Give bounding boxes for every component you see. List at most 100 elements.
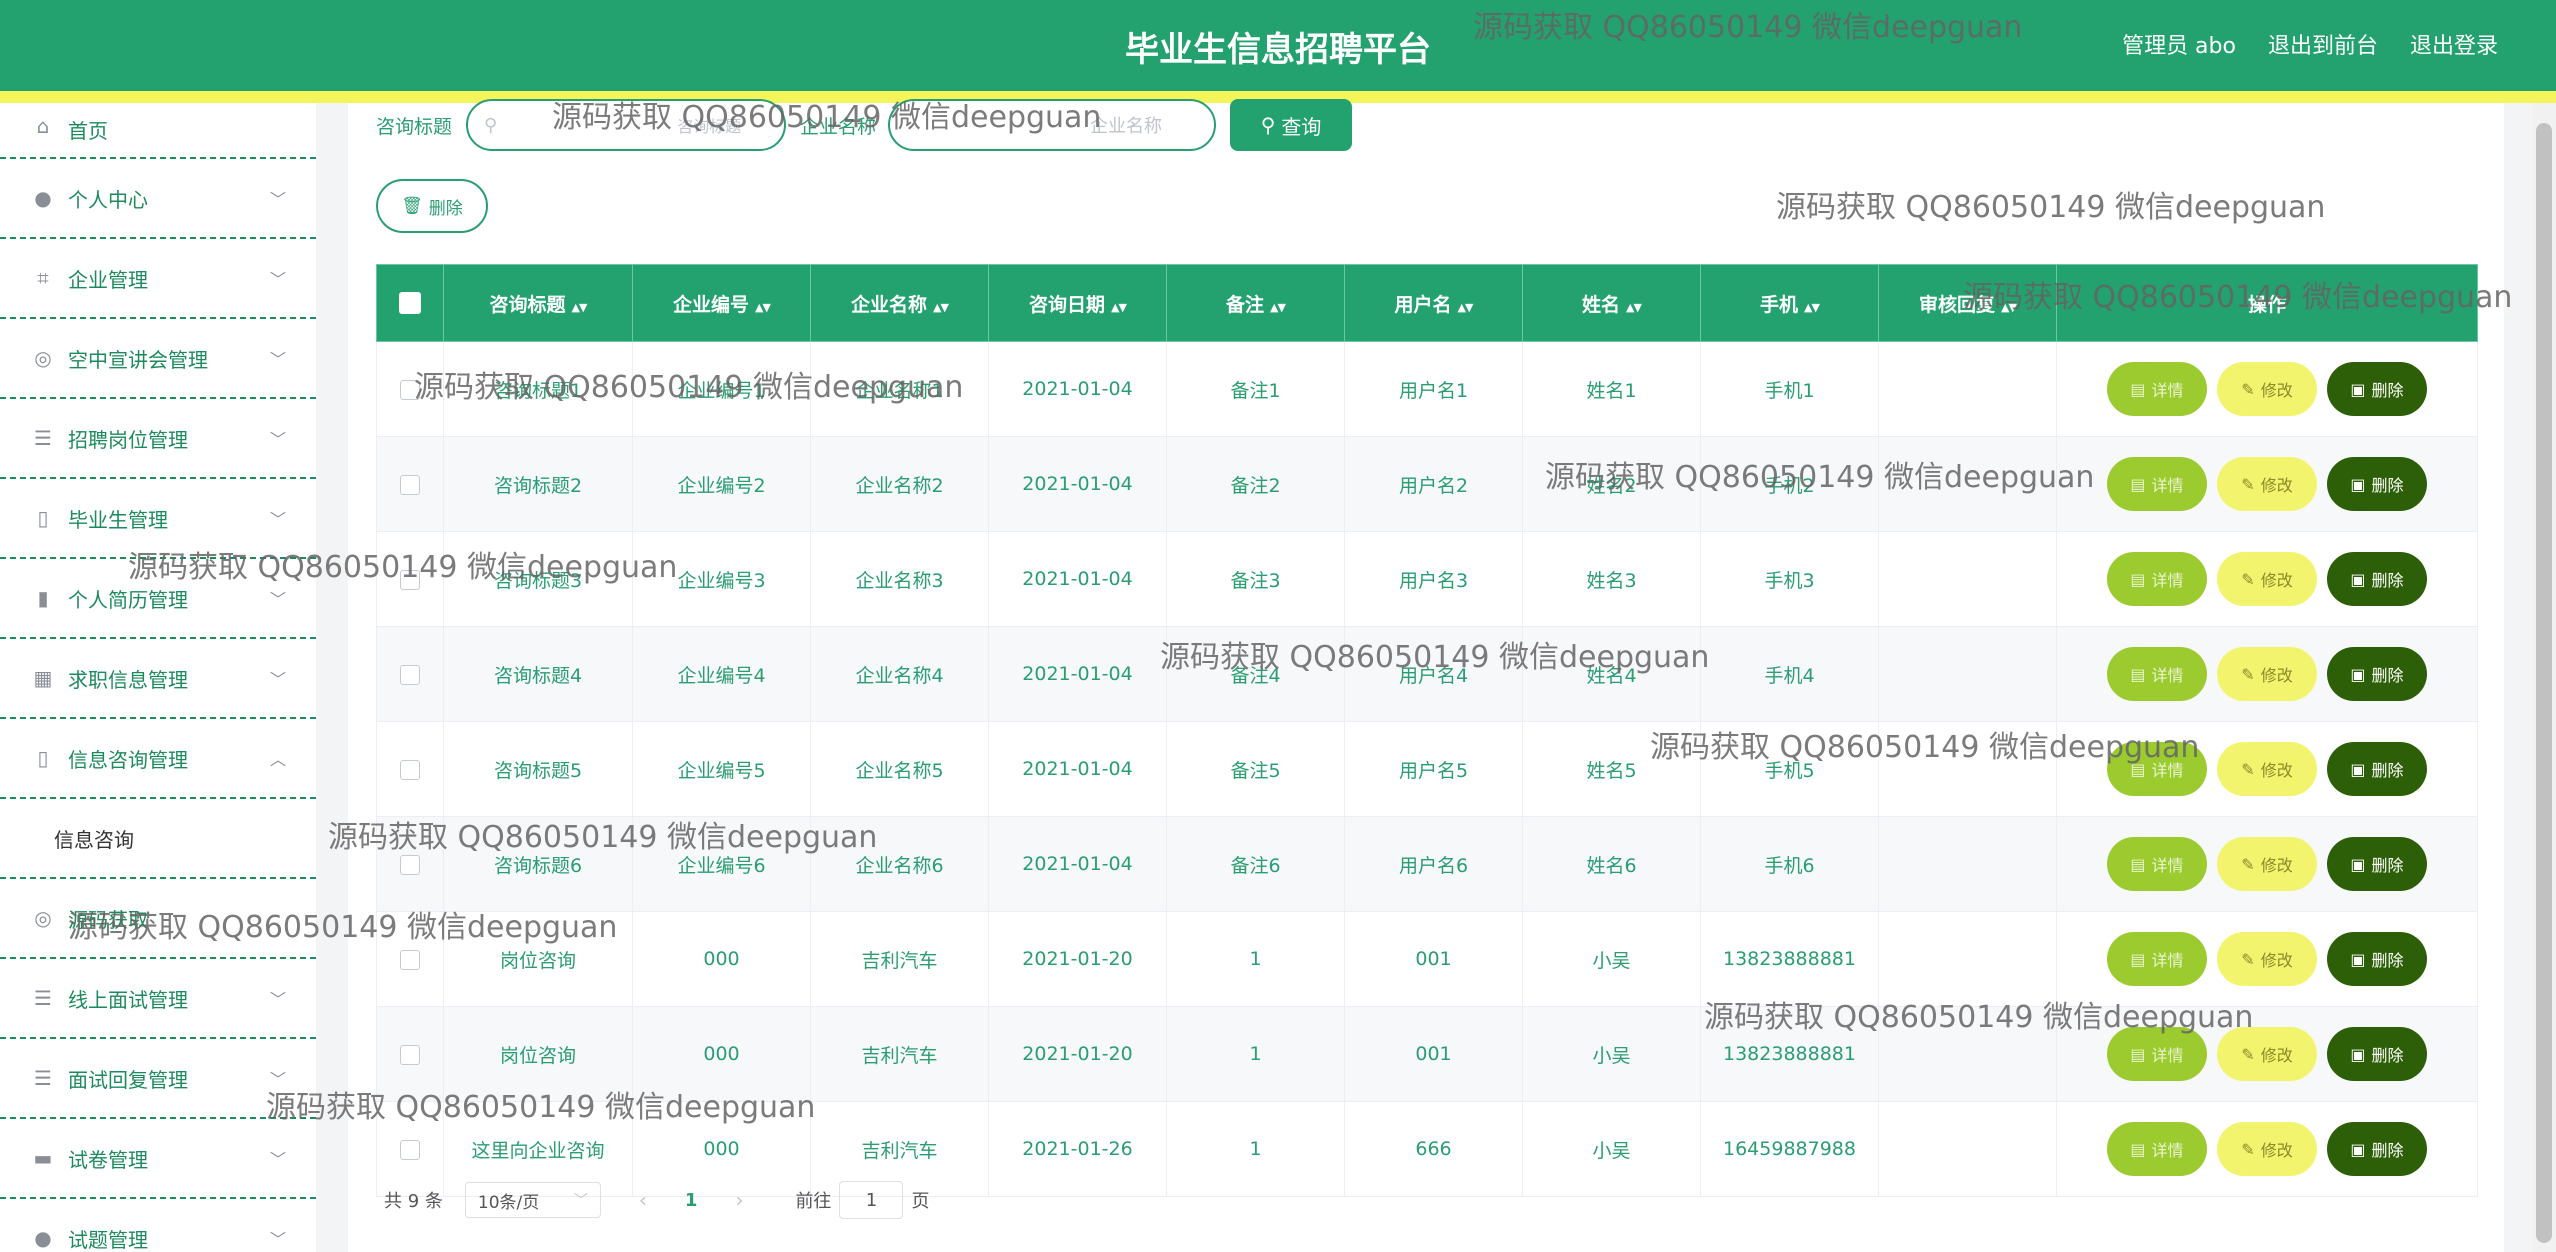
sidebar-item-company[interactable]: ⌗ 企业管理 ﹀ [0,239,316,319]
detail-button[interactable]: ▤ 详情 [2107,362,2207,416]
goto-page-input[interactable]: 1 [839,1181,904,1219]
select-all-checkbox[interactable] [399,292,421,315]
row-actions: ▤ 详情 ✎ 修改 ▣ 删除 [2056,436,2478,532]
table-cell [1878,911,2057,1007]
row-checkbox[interactable] [400,474,420,495]
prev-page-icon[interactable]: ‹ [639,1188,647,1212]
row-checkbox[interactable] [400,1044,420,1065]
page-size-select[interactable]: 10条/页 ﹀ [464,1182,601,1218]
company-search-input[interactable]: 企业名称 [888,99,1217,151]
query-button[interactable]: ⚲ 查询 [1230,99,1353,151]
delete-button[interactable]: ▣ 删除 [2327,457,2427,511]
sidebar-item-interview-reply[interactable]: ☰ 面试回复管理 ﹀ [0,1039,316,1119]
edit-button[interactable]: ✎ 修改 [2217,362,2317,416]
row-select-cell[interactable] [376,531,444,627]
table-row: 咨询标题4 企业编号4 企业名称4 2021-01-04 备注4 用户名4 姓名4 手机4 ▤ 详… [376,626,2478,722]
select-all-cell[interactable] [376,264,444,342]
column-header[interactable]: 咨询日期 ▲▼ [988,264,1167,342]
column-header[interactable]: 审核回复 ▲▼ [1878,264,2057,342]
edit-button[interactable]: ✎ 修改 [2217,1122,2317,1176]
logout-link[interactable]: 退出登录 [2410,28,2498,60]
column-header[interactable]: 企业编号 ▲▼ [632,264,811,342]
title-search-input[interactable]: ⚲ 咨询标题 [466,99,787,151]
detail-button[interactable]: ▤ 详情 [2107,552,2207,606]
column-header[interactable]: 姓名 ▲▼ [1522,264,1701,342]
row-select-cell[interactable] [376,436,444,532]
detail-button[interactable]: ▤ 详情 [2107,932,2207,986]
goto-suffix: 页 [911,1191,930,1212]
edit-button[interactable]: ✎ 修改 [2217,932,2317,986]
delete-button[interactable]: ▣ 删除 [2327,1027,2427,1081]
next-page-icon[interactable]: › [735,1188,743,1212]
sidebar-item-job-post[interactable]: ☰ 招聘岗位管理 ﹀ [0,399,316,479]
trash-icon: ▣ [2350,949,2366,969]
delete-button[interactable]: ▣ 删除 [2327,837,2427,891]
edit-button[interactable]: ✎ 修改 [2217,837,2317,891]
detail-button[interactable]: ▤ 详情 [2107,1122,2207,1176]
table-cell: 企业编号6 [632,816,811,912]
delete-button[interactable]: ▣ 删除 [2327,742,2427,796]
delete-button[interactable]: ▣ 删除 [2327,362,2427,416]
sidebar-item-job-seeking[interactable]: ▦ 求职信息管理 ﹀ [0,639,316,719]
column-header[interactable]: 用户名 ▲▼ [1344,264,1523,342]
detail-button[interactable]: ▤ 详情 [2107,837,2207,891]
column-header[interactable]: 手机 ▲▼ [1700,264,1879,342]
detail-button[interactable]: ▤ 详情 [2107,1027,2207,1081]
batch-delete-button[interactable]: 🗑 删除 [376,179,488,233]
sidebar-item-home[interactable]: ⌂ 首页 [0,103,316,159]
row-checkbox[interactable] [400,854,420,875]
sidebar-item-paper[interactable]: ▬ 试卷管理 ﹀ [0,1119,316,1199]
column-header[interactable]: 备注 ▲▼ [1166,264,1345,342]
row-select-cell[interactable] [376,911,444,1007]
edit-button[interactable]: ✎ 修改 [2217,647,2317,701]
trash-icon: ▣ [2350,1139,2366,1159]
edit-button[interactable]: ✎ 修改 [2217,1027,2317,1081]
row-checkbox[interactable] [400,1139,420,1160]
detail-button[interactable]: ▤ 详情 [2107,457,2207,511]
list-icon: ☰ [34,1066,52,1090]
detail-button[interactable]: ▤ 详情 [2107,742,2207,796]
column-header[interactable]: 咨询标题 ▲▼ [443,264,633,342]
edit-button[interactable]: ✎ 修改 [2217,742,2317,796]
scrollbar-thumb[interactable] [2536,123,2552,1243]
sidebar-item-online-interview[interactable]: ☰ 线上面试管理 ﹀ [0,959,316,1039]
table-cell: 用户名1 [1344,341,1523,437]
row-select-cell[interactable] [376,1006,444,1102]
sidebar-item-label: 面试回复管理 [68,1067,188,1092]
row-checkbox[interactable] [400,759,420,780]
sidebar-item-consult[interactable]: ▯ 信息咨询管理 ︿ [0,719,316,799]
edit-button[interactable]: ✎ 修改 [2217,457,2317,511]
sidebar-item-label: 空中宣讲会管理 [68,347,208,372]
sidebar-item-label: 个人中心 [68,187,148,212]
table-cell: 备注1 [1166,341,1345,437]
row-select-cell[interactable] [376,721,444,817]
row-checkbox[interactable] [400,569,420,590]
edit-button[interactable]: ✎ 修改 [2217,552,2317,606]
sidebar-item-source[interactable]: ◎ 源码获取 [0,879,316,959]
delete-button[interactable]: ▣ 删除 [2327,932,2427,986]
row-select-cell[interactable] [376,816,444,912]
row-checkbox[interactable] [400,379,420,400]
delete-button[interactable]: ▣ 删除 [2327,1122,2427,1176]
row-select-cell[interactable] [376,626,444,722]
delete-button[interactable]: ▣ 删除 [2327,552,2427,606]
current-page[interactable]: 1 [685,1190,698,1211]
sidebar-item-graduate[interactable]: ▯ 毕业生管理 ﹀ [0,479,316,559]
table-cell: 企业编号4 [632,626,811,722]
column-header[interactable]: 企业名称 ▲▼ [810,264,989,342]
row-checkbox[interactable] [400,949,420,970]
page-scrollbar[interactable] [2532,103,2556,1252]
sidebar-subitem-consult[interactable]: 信息咨询 [0,799,316,879]
table-cell: 手机6 [1700,816,1879,912]
row-select-cell[interactable] [376,341,444,437]
detail-button[interactable]: ▤ 详情 [2107,647,2207,701]
sidebar-item-question[interactable]: ● 试题管理 ﹀ [0,1199,316,1252]
sidebar-item-personal-center[interactable]: ● 个人中心 ﹀ [0,159,316,239]
list-icon: ☰ [34,986,52,1010]
sidebar-item-resume[interactable]: ▮ 个人简历管理 ﹀ [0,559,316,639]
to-front-link[interactable]: 退出到前台 [2268,28,2378,60]
row-checkbox[interactable] [400,664,420,685]
table-cell [1878,626,2057,722]
sidebar-item-air-talk[interactable]: ◎ 空中宣讲会管理 ﹀ [0,319,316,399]
delete-button[interactable]: ▣ 删除 [2327,647,2427,701]
